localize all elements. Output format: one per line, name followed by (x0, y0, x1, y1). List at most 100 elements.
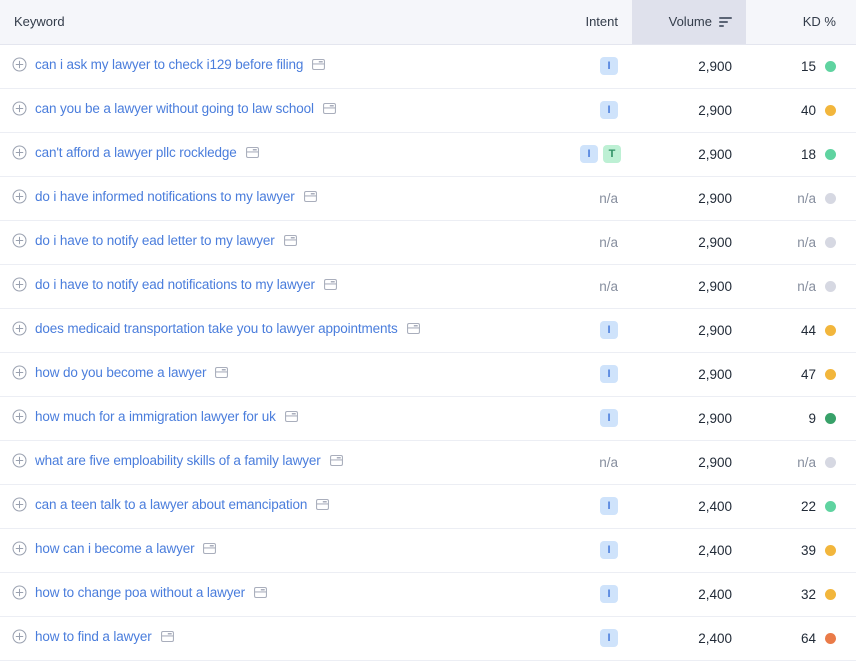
keyword-cell: how to change poa without a lawyer (0, 572, 566, 617)
column-header-kd-label: KD % (802, 14, 836, 30)
serp-preview-icon[interactable] (312, 58, 326, 71)
intent-badge-informational[interactable]: I (600, 629, 618, 648)
column-header-intent[interactable]: Intent (566, 0, 632, 45)
kd-difficulty-dot (825, 456, 836, 468)
keyword-link[interactable]: do i have to notify ead letter to my law… (35, 234, 275, 248)
table-row[interactable]: does medicaid transportation take you to… (0, 308, 856, 353)
keyword-link[interactable]: how can i become a lawyer (35, 542, 195, 556)
serp-preview-icon[interactable] (245, 146, 259, 159)
intent-badge-informational[interactable]: I (600, 321, 618, 340)
serp-preview-icon[interactable] (203, 542, 217, 555)
keyword-link[interactable]: can you be a lawyer without going to law… (35, 102, 314, 116)
intent-badge-transactional[interactable]: T (603, 145, 621, 164)
add-circle-icon[interactable] (12, 321, 27, 336)
serp-preview-icon[interactable] (329, 454, 343, 467)
serp-preview-icon[interactable] (406, 322, 420, 335)
kd-cell: n/a (746, 220, 856, 265)
serp-preview-icon[interactable] (283, 234, 297, 247)
table-row[interactable]: how much for a immigration lawyer for uk… (0, 396, 856, 441)
table-row[interactable]: do i have to notify ead letter to my law… (0, 220, 856, 265)
add-circle-icon[interactable] (12, 365, 27, 380)
volume-value: 2,900 (698, 366, 732, 382)
keyword-link[interactable]: do i have informed notifications to my l… (35, 190, 295, 204)
serp-preview-icon[interactable] (284, 410, 298, 423)
table-row[interactable]: can i ask my lawyer to check i129 before… (0, 44, 856, 89)
serp-preview-icon[interactable] (322, 102, 336, 115)
keyword-link[interactable]: how much for a immigration lawyer for uk (35, 410, 276, 424)
table-row[interactable]: how can i become a lawyer I 2,400 39 (0, 528, 856, 573)
table-row[interactable]: what are five emploability skills of a f… (0, 440, 856, 485)
table-row[interactable]: do i have informed notifications to my l… (0, 176, 856, 221)
volume-cell: 2,400 (632, 572, 746, 617)
intent-badge-informational[interactable]: I (600, 497, 618, 516)
add-circle-icon[interactable] (12, 145, 27, 160)
keyword-link[interactable]: do i have to notify ead notifications to… (35, 278, 315, 292)
sort-descending-icon[interactable] (719, 16, 732, 28)
intent-badge-informational[interactable]: I (600, 57, 618, 76)
column-header-volume[interactable]: Volume (632, 0, 746, 45)
serp-preview-icon[interactable] (215, 366, 229, 379)
kd-difficulty-dot (825, 412, 836, 424)
intent-badge-informational[interactable]: I (600, 585, 618, 604)
volume-value: 2,900 (698, 278, 732, 294)
serp-preview-icon[interactable] (323, 278, 337, 291)
keyword-cell: do i have to notify ead notifications to… (0, 264, 566, 309)
volume-value: 2,900 (698, 322, 732, 338)
volume-value: 2,400 (698, 542, 732, 558)
table-row[interactable]: can't afford a lawyer pllc rockledge I T 2,… (0, 132, 856, 177)
serp-preview-icon[interactable] (254, 586, 268, 599)
add-circle-icon[interactable] (12, 497, 27, 512)
kd-difficulty-dot (825, 60, 836, 72)
kd-value: 64 (800, 630, 816, 646)
table-row[interactable]: how to find a lawyer I 2,400 64 (0, 616, 856, 661)
intent-badge-informational[interactable]: I (600, 409, 618, 428)
kd-cell: 18 (746, 132, 856, 177)
intent-badge-informational[interactable]: I (600, 541, 618, 560)
add-circle-icon[interactable] (12, 101, 27, 116)
intent-badge-informational[interactable]: I (600, 365, 618, 384)
kd-difficulty-dot (825, 544, 836, 556)
keyword-link[interactable]: how to change poa without a lawyer (35, 586, 245, 600)
serp-preview-icon[interactable] (160, 630, 174, 643)
serp-preview-icon[interactable] (303, 190, 317, 203)
keyword-link[interactable]: does medicaid transportation take you to… (35, 322, 398, 336)
keyword-link[interactable]: how to find a lawyer (35, 630, 152, 644)
serp-preview-icon[interactable] (316, 498, 330, 511)
table-row[interactable]: do i have to notify ead notifications to… (0, 264, 856, 309)
intent-cell: n/a (566, 440, 632, 485)
table-row[interactable]: how do you become a lawyer I 2,900 47 (0, 352, 856, 397)
keyword-link[interactable]: can i ask my lawyer to check i129 before… (35, 58, 303, 72)
column-header-keyword[interactable]: Keyword (0, 0, 566, 45)
table-row[interactable]: how to change poa without a lawyer I 2,400… (0, 572, 856, 617)
table-row[interactable]: can a teen talk to a lawyer about emanci… (0, 484, 856, 529)
column-header-keyword-label: Keyword (14, 14, 65, 30)
keyword-link[interactable]: can a teen talk to a lawyer about emanci… (35, 498, 307, 512)
add-circle-icon[interactable] (12, 57, 27, 72)
keyword-link[interactable]: what are five emploability skills of a f… (35, 454, 321, 468)
intent-badge-informational[interactable]: I (600, 101, 618, 120)
kd-cell: n/a (746, 264, 856, 309)
add-circle-icon[interactable] (12, 585, 27, 600)
intent-cell: n/a (566, 176, 632, 221)
intent-cell: I (566, 572, 632, 617)
volume-cell: 2,900 (632, 176, 746, 221)
intent-not-available: n/a (599, 234, 618, 250)
add-circle-icon[interactable] (12, 453, 27, 468)
add-circle-icon[interactable] (12, 233, 27, 248)
add-circle-icon[interactable] (12, 409, 27, 424)
keyword-link[interactable]: can't afford a lawyer pllc rockledge (35, 146, 237, 160)
keyword-link[interactable]: how do you become a lawyer (35, 366, 206, 380)
intent-badge-informational[interactable]: I (580, 145, 598, 164)
add-circle-icon[interactable] (12, 629, 27, 644)
volume-value: 2,400 (698, 630, 732, 646)
add-circle-icon[interactable] (12, 277, 27, 292)
add-circle-icon[interactable] (12, 541, 27, 556)
table-row[interactable]: can you be a lawyer without going to law… (0, 88, 856, 133)
column-header-kd[interactable]: KD % (746, 0, 856, 45)
keyword-cell: does medicaid transportation take you to… (0, 308, 566, 353)
add-circle-icon[interactable] (12, 189, 27, 204)
intent-cell: I (566, 44, 632, 89)
table-header: Keyword Intent Volume KD % (0, 0, 856, 45)
keyword-cell: what are five emploability skills of a f… (0, 440, 566, 485)
volume-value: 2,900 (698, 146, 732, 162)
